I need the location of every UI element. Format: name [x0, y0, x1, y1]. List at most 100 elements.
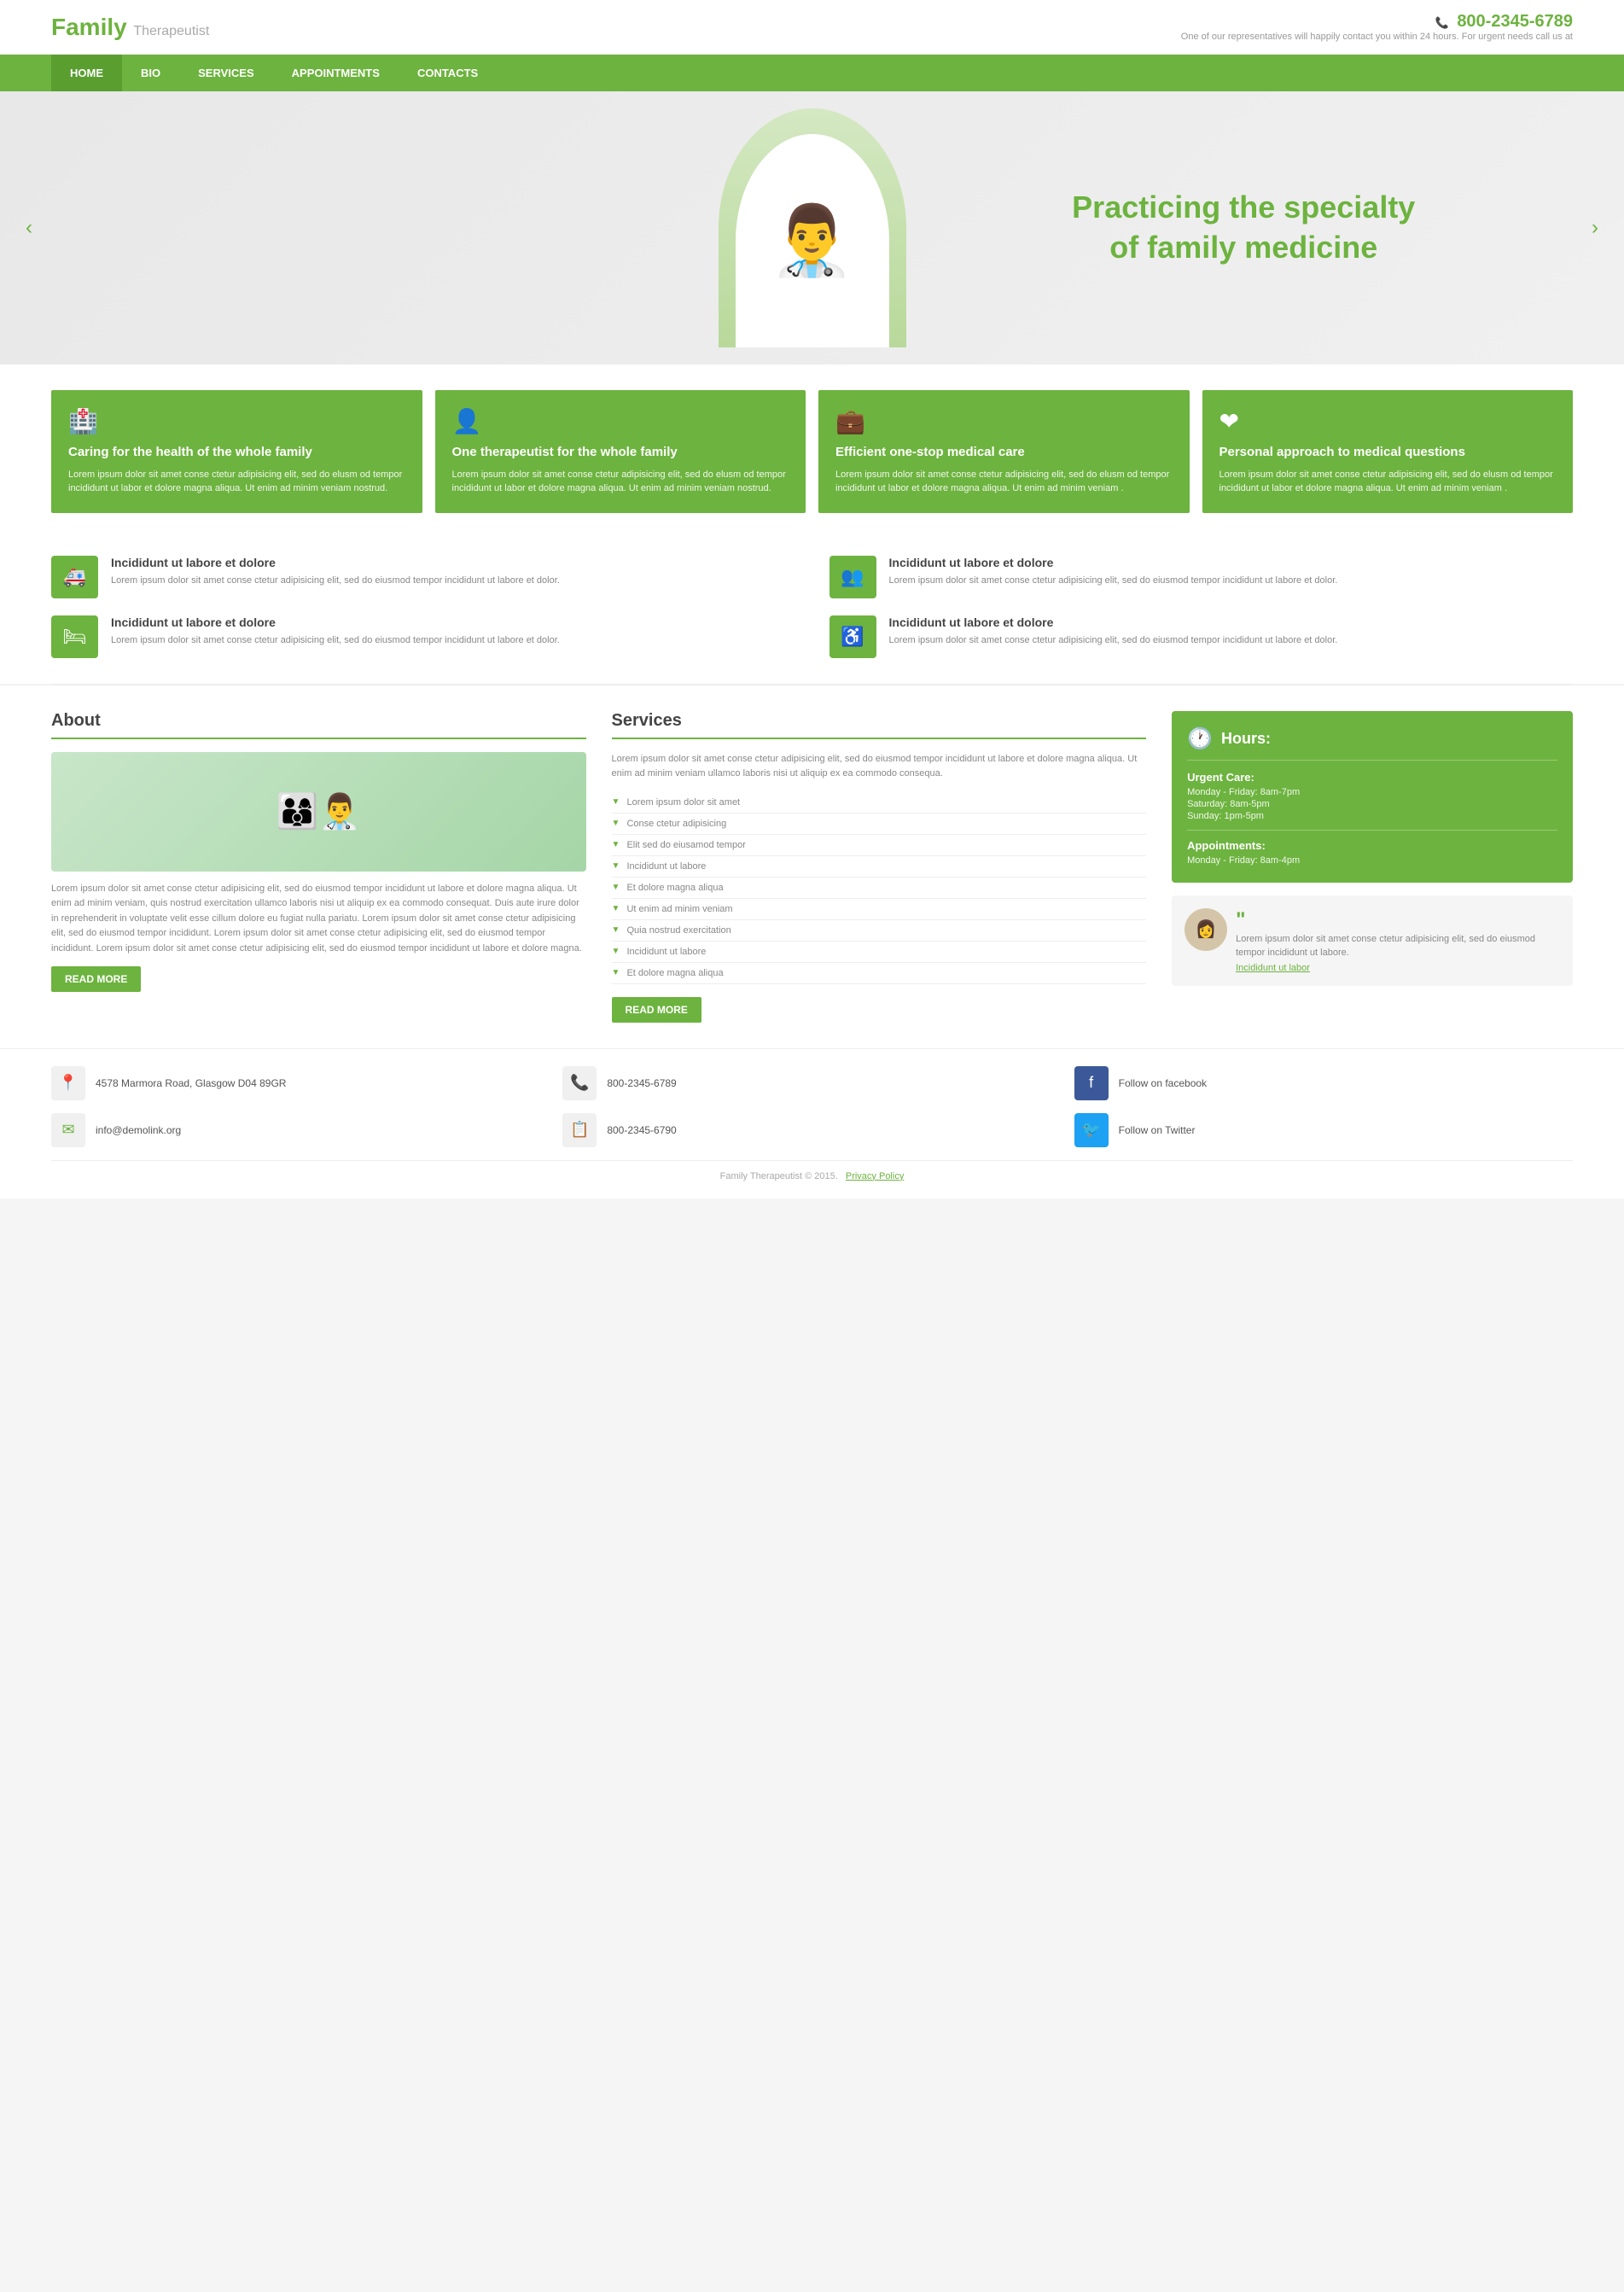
wheelchair-icon: ♿	[829, 615, 876, 658]
location-icon: 📍	[51, 1066, 85, 1100]
service-content-2: Incididunt ut labore et dolore Lorem ips…	[889, 556, 1338, 588]
quote-mark: "	[1236, 908, 1245, 931]
service-content-4: Incididunt ut labore et dolore Lorem ips…	[889, 615, 1338, 648]
service-item-1: 🚑 Incididunt ut labore et dolore Lorem i…	[51, 556, 795, 598]
nav-home[interactable]: HOME	[51, 55, 122, 91]
service-title-3: Incididunt ut labore et dolore	[111, 615, 560, 629]
services-title: Services	[612, 711, 1147, 739]
privacy-link[interactable]: Privacy Policy	[846, 1171, 904, 1181]
prev-arrow[interactable]: ‹	[17, 207, 41, 248]
main-section: About 👨‍👩‍👦👨‍⚕️ Lorem ipsum dolor sit am…	[0, 685, 1624, 1048]
heart-icon: ❤	[1219, 407, 1557, 435]
nav: HOME BIO SERVICES APPOINTMENTS CONTACTS	[0, 55, 1624, 91]
urgent-care-title: Urgent Care:	[1187, 771, 1557, 784]
services-read-more-button[interactable]: READ MORE	[612, 997, 701, 1023]
footer-facebook-text: Follow on facebook	[1119, 1077, 1207, 1089]
phone1-icon: 📞	[562, 1066, 597, 1100]
appointments-title: Appointments:	[1187, 839, 1557, 852]
testimonial-content: " Lorem ipsum dolor sit amet conse ctetu…	[1236, 908, 1560, 973]
service-list-item-4: Incididunt ut labore	[612, 856, 1147, 878]
service-list-item-9: Et dolore magna aliqua	[612, 963, 1147, 984]
footer-bottom: Family Therapeutist © 2015. Privacy Poli…	[51, 1160, 1573, 1181]
service-list-item-2: Conse ctetur adipisicing	[612, 814, 1147, 835]
service-list-item-5: Et dolore magna aliqua	[612, 878, 1147, 899]
phone-line: 📞 800-2345-6789	[1181, 12, 1573, 32]
hero-section: ‹ 👨‍⚕️ Practicing the specialty of famil…	[0, 91, 1624, 365]
service-text-3: Lorem ipsum dolor sit amet conse ctetur …	[111, 633, 560, 648]
about-image: 👨‍👩‍👦👨‍⚕️	[51, 752, 586, 872]
feature-title-1: Caring for the health of the whole famil…	[68, 444, 405, 461]
nav-bio[interactable]: BIO	[122, 55, 179, 91]
footer-email-text: info@demolink.org	[96, 1124, 181, 1136]
footer-phone1-item: 📞 800-2345-6789	[562, 1066, 1061, 1100]
hero-doctor: 👨‍⚕️	[693, 108, 932, 347]
twitter-icon: 🐦	[1074, 1113, 1109, 1147]
feature-title-2: One therapeutist for the whole family	[452, 444, 789, 461]
service-item-3: 🛏 Incididunt ut labore et dolore Lorem i…	[51, 615, 795, 658]
service-list-item-7: Quia nostrud exercitation	[612, 920, 1147, 942]
feature-text-2: Lorem ipsum dolor sit amet conse ctetur …	[452, 468, 789, 496]
feature-card-2: 👤 One therapeutist for the whole family …	[435, 390, 806, 513]
doctor-body: 👨‍⚕️	[736, 134, 889, 347]
facebook-icon: f	[1074, 1066, 1109, 1100]
phone-number: 800-2345-6789	[1457, 12, 1573, 31]
header-sub-text: One of our representatives will happily …	[1181, 32, 1573, 42]
service-list-item-6: Ut enim ad minim veniam	[612, 899, 1147, 920]
copyright-text: Family Therapeutist © 2015.	[720, 1171, 838, 1181]
testimonial-link[interactable]: Incididunt ut labor	[1236, 963, 1310, 973]
email-icon: ✉	[51, 1113, 85, 1147]
hero-title: Practicing the specialty of family medic…	[932, 188, 1557, 268]
footer-phone2-text: 800-2345-6790	[607, 1124, 676, 1136]
group-icon: 👥	[829, 556, 876, 598]
bed-icon: 🛏	[51, 615, 98, 658]
phone-icon: 📞	[1435, 16, 1449, 29]
service-list-item-1: Lorem ipsum dolor sit amet	[612, 792, 1147, 814]
logo-therapist: Therapeutist	[133, 24, 209, 38]
feature-card-4: ❤ Personal approach to medical questions…	[1202, 390, 1574, 513]
nav-contacts[interactable]: CONTACTS	[399, 55, 497, 91]
footer-email-item: ✉ info@demolink.org	[51, 1113, 550, 1147]
medical-bag-icon: 💼	[835, 407, 1173, 435]
person-icon: 👤	[452, 407, 789, 435]
footer-twitter-text: Follow on Twitter	[1119, 1124, 1196, 1136]
about-title: About	[51, 711, 586, 739]
urgent-sunday: Sunday: 1pm-5pm	[1187, 811, 1557, 821]
footer-phone2-item: 📋 800-2345-6790	[562, 1113, 1061, 1147]
hospital-icon: 🏥	[68, 407, 405, 435]
services-grid: 🚑 Incididunt ut labore et dolore Lorem i…	[0, 539, 1624, 684]
service-content-3: Incididunt ut labore et dolore Lorem ips…	[111, 615, 560, 648]
features-section: 🏥 Caring for the health of the whole fam…	[0, 365, 1624, 539]
urgent-saturday: Saturday: 8am-5pm	[1187, 799, 1557, 809]
service-content-1: Incididunt ut labore et dolore Lorem ips…	[111, 556, 560, 588]
nav-services[interactable]: SERVICES	[179, 55, 273, 91]
nav-appointments[interactable]: APPOINTMENTS	[273, 55, 399, 91]
phone2-icon: 📋	[562, 1113, 597, 1147]
testimonial-card: 👩 " Lorem ipsum dolor sit amet conse cte…	[1172, 895, 1573, 986]
about-read-more-button[interactable]: READ MORE	[51, 966, 141, 992]
services-list: Lorem ipsum dolor sit amet Conse ctetur …	[612, 792, 1147, 984]
hero-text: Practicing the specialty of family medic…	[932, 188, 1557, 268]
hours-divider	[1187, 830, 1557, 831]
service-text-1: Lorem ipsum dolor sit amet conse ctetur …	[111, 574, 560, 588]
footer-facebook-item: f Follow on facebook	[1074, 1066, 1573, 1100]
testimonial-avatar: 👩	[1185, 908, 1227, 951]
footer-phone1-text: 800-2345-6789	[607, 1077, 676, 1089]
feature-card-3: 💼 Efficient one-stop medical care Lorem …	[818, 390, 1190, 513]
services-intro: Lorem ipsum dolor sit amet conse ctetur …	[612, 752, 1147, 782]
service-list-item-8: Incididunt ut labore	[612, 942, 1147, 963]
hero-content: 👨‍⚕️ Practicing the specialty of family …	[0, 91, 1624, 365]
services-column: Services Lorem ipsum dolor sit amet cons…	[612, 711, 1147, 1023]
appointments-hours: Monday - Friday: 8am-4pm	[1187, 855, 1557, 866]
header-contact: 📞 800-2345-6789 One of our representativ…	[1181, 12, 1573, 42]
about-text: Lorem ipsum dolor sit amet conse ctetur …	[51, 882, 586, 957]
clock-icon: 🕐	[1187, 726, 1213, 751]
ambulance-icon: 🚑	[51, 556, 98, 598]
service-item-2: 👥 Incididunt ut labore et dolore Lorem i…	[829, 556, 1574, 598]
footer-twitter-item: 🐦 Follow on Twitter	[1074, 1113, 1573, 1147]
next-arrow[interactable]: ›	[1583, 207, 1607, 248]
footer: 📍 4578 Marmora Road, Glasgow D04 89GR 📞 …	[0, 1048, 1624, 1198]
service-title-2: Incididunt ut labore et dolore	[889, 556, 1338, 569]
feature-text-3: Lorem ipsum dolor sit amet conse ctetur …	[835, 468, 1173, 496]
service-text-4: Lorem ipsum dolor sit amet conse ctetur …	[889, 633, 1338, 648]
feature-text-4: Lorem ipsum dolor sit amet conse ctetur …	[1219, 468, 1557, 496]
